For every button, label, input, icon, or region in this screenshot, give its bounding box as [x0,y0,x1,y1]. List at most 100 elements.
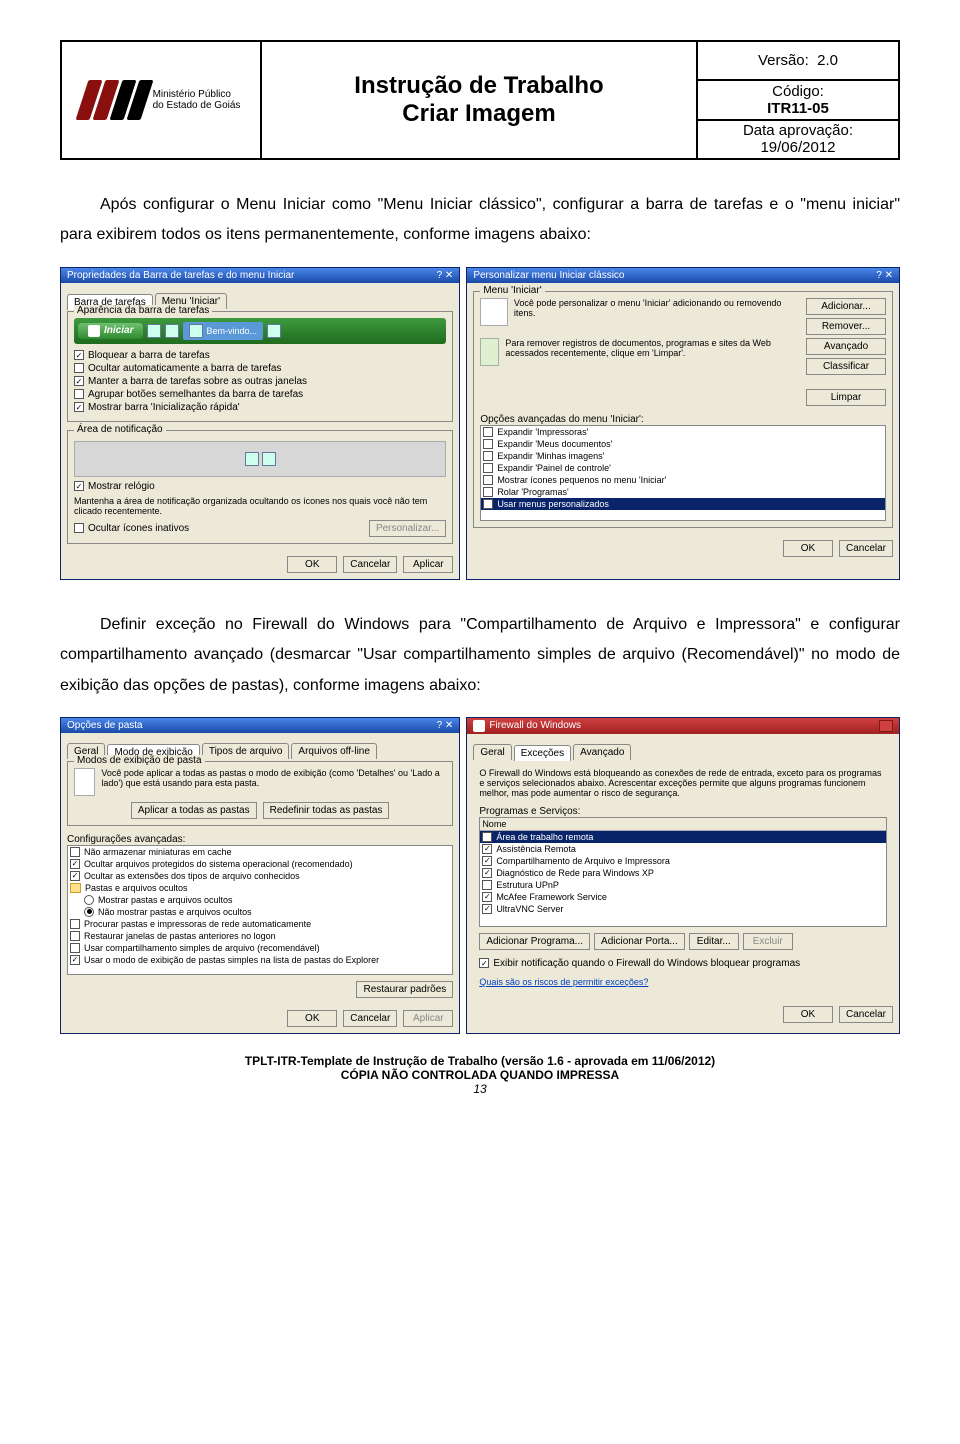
checkbox[interactable]: ✓ [482,844,492,854]
folder-icon [70,883,81,893]
grp-notification: Área de notificação [74,424,166,435]
checkbox[interactable] [70,847,80,857]
checkbox[interactable]: ✓ [482,904,492,914]
start-button-preview: Iniciar [78,323,143,339]
checkbox[interactable] [70,919,80,929]
add-program-button[interactable]: Adicionar Programa... [479,933,590,950]
tab-advanced[interactable]: Avançado [573,744,631,760]
logo-icon [82,80,147,120]
checkbox[interactable] [74,523,84,533]
checkbox[interactable] [483,427,493,437]
checkbox[interactable] [483,463,493,473]
col-nome: Nome [482,819,506,829]
checkbox[interactable] [483,475,493,485]
checkbox[interactable]: ✓ [482,892,492,902]
checkbox[interactable] [482,880,492,890]
clear-button[interactable]: Limpar [806,389,886,406]
tray-icon [262,452,276,466]
data-val: 19/06/2012 [760,139,835,156]
sort-button[interactable]: Classificar [806,358,886,375]
ok-button[interactable]: OK [783,540,833,557]
reset-all-button[interactable]: Redefinir todas as pastas [263,802,390,819]
apply-button[interactable]: Aplicar [403,1010,453,1027]
c7: Ocultar ícones inativos [88,523,189,534]
txt1: Você pode personalizar o menu 'Iniciar' … [514,298,800,318]
dlg3-title: Opções de pasta [67,720,143,731]
delete-button[interactable]: Excluir [743,933,793,950]
add-button[interactable]: Adicionar... [806,298,886,315]
help-close-icons: ? ✕ [437,720,454,731]
cancel-button[interactable]: Cancelar [343,556,397,573]
taskbar-window-preview: Bem-vindo... [183,322,263,340]
cancel-button[interactable]: Cancelar [839,540,893,557]
advanced-button[interactable]: Avançado [806,338,886,355]
checkbox[interactable] [483,439,493,449]
folder-views-icon [74,768,95,796]
checkbox[interactable]: ✓ [482,868,492,878]
logo-cell: Ministério Público do Estado de Goiás [62,42,262,158]
logo-line2: do Estado de Goiás [153,100,241,111]
checkbox[interactable]: ✓ [70,871,80,881]
tab-file-types[interactable]: Tipos de arquivo [202,743,290,759]
dlg1-title: Propriedades da Barra de tarefas e do me… [67,270,294,281]
checkbox[interactable]: ✓ [482,856,492,866]
paragraph-2: Definir exceção no Firewall do Windows p… [60,610,900,701]
tab-general[interactable]: Geral [473,744,511,760]
taskbar-properties-dialog: Propriedades da Barra de tarefas e do me… [60,267,460,580]
doc-header: Ministério Público do Estado de Goiás In… [60,40,900,160]
radio[interactable] [84,907,94,917]
checkbox[interactable]: ✓ [74,481,84,491]
checkbox[interactable]: ✓ [74,402,84,412]
notify-chk: Exibir notificação quando o Firewall do … [493,958,800,969]
checkbox[interactable] [483,451,493,461]
tab-exceptions[interactable]: Exceções [514,745,571,761]
ok-button[interactable]: OK [783,1006,833,1023]
cancel-button[interactable]: Cancelar [343,1010,397,1027]
cancel-button[interactable]: Cancelar [839,1006,893,1023]
radio[interactable] [84,895,94,905]
remove-button[interactable]: Remover... [806,318,886,335]
apply-button[interactable]: Aplicar [403,556,453,573]
footer-l2: CÓPIA NÃO CONTROLADA QUANDO IMPRESSA [60,1068,900,1082]
classic-start-menu-dialog: Personalizar menu Iniciar clássico? ✕ Me… [466,267,900,580]
lbl-list: Programas e Serviços: [479,806,887,817]
c6: Mostrar relógio [88,481,155,492]
grp-advanced-opts: Opções avançadas do menu 'Iniciar': [480,414,886,425]
close-icon[interactable] [879,720,893,732]
checkbox[interactable]: ✓ [74,350,84,360]
restore-defaults-button[interactable]: Restaurar padrões [356,981,453,998]
checkbox[interactable]: ✓ [479,958,489,968]
checkbox[interactable] [74,363,84,373]
checkbox[interactable] [70,943,80,953]
ok-button[interactable]: OK [287,556,337,573]
c2: Ocultar automaticamente a barra de taref… [88,363,281,374]
c4: Agrupar botões semelhantes da barra de t… [88,389,303,400]
apply-all-button[interactable]: Aplicar a todas as pastas [131,802,257,819]
firewall-icon [473,720,485,732]
recycle-icon [480,338,499,366]
tray-icon [267,324,281,338]
checkbox[interactable]: ✓ [70,955,80,965]
logo-line1: Ministério Público [153,89,241,100]
tab-offline[interactable]: Arquivos off-line [291,743,377,759]
risks-link[interactable]: Quais são os riscos de permitir exceções… [479,977,648,987]
checkbox[interactable] [70,931,80,941]
data-lbl: Data aprovação: [743,122,853,139]
c3: Manter a barra de tarefas sobre as outra… [88,376,307,387]
edit-button[interactable]: Editar... [689,933,739,950]
grp-folder-views: Modos de exibição de pasta [74,755,205,766]
ok-button[interactable]: OK [287,1010,337,1027]
checkbox[interactable] [74,389,84,399]
personalize-button[interactable]: Personalizar... [369,520,446,537]
help-close-icons: ? ✕ [876,270,893,281]
checkbox[interactable] [483,499,493,509]
checkbox[interactable] [482,832,492,842]
paragraph-1: Após configurar o Menu Iniciar como "Men… [60,190,900,251]
checkbox[interactable]: ✓ [74,376,84,386]
checkbox[interactable]: ✓ [70,859,80,869]
help-close-icons: ? ✕ [437,270,454,281]
doc-title-1: Instrução de Trabalho [354,72,603,100]
add-port-button[interactable]: Adicionar Porta... [594,933,685,950]
checkbox[interactable] [483,487,493,497]
dlg2-title: Personalizar menu Iniciar clássico [473,270,624,281]
